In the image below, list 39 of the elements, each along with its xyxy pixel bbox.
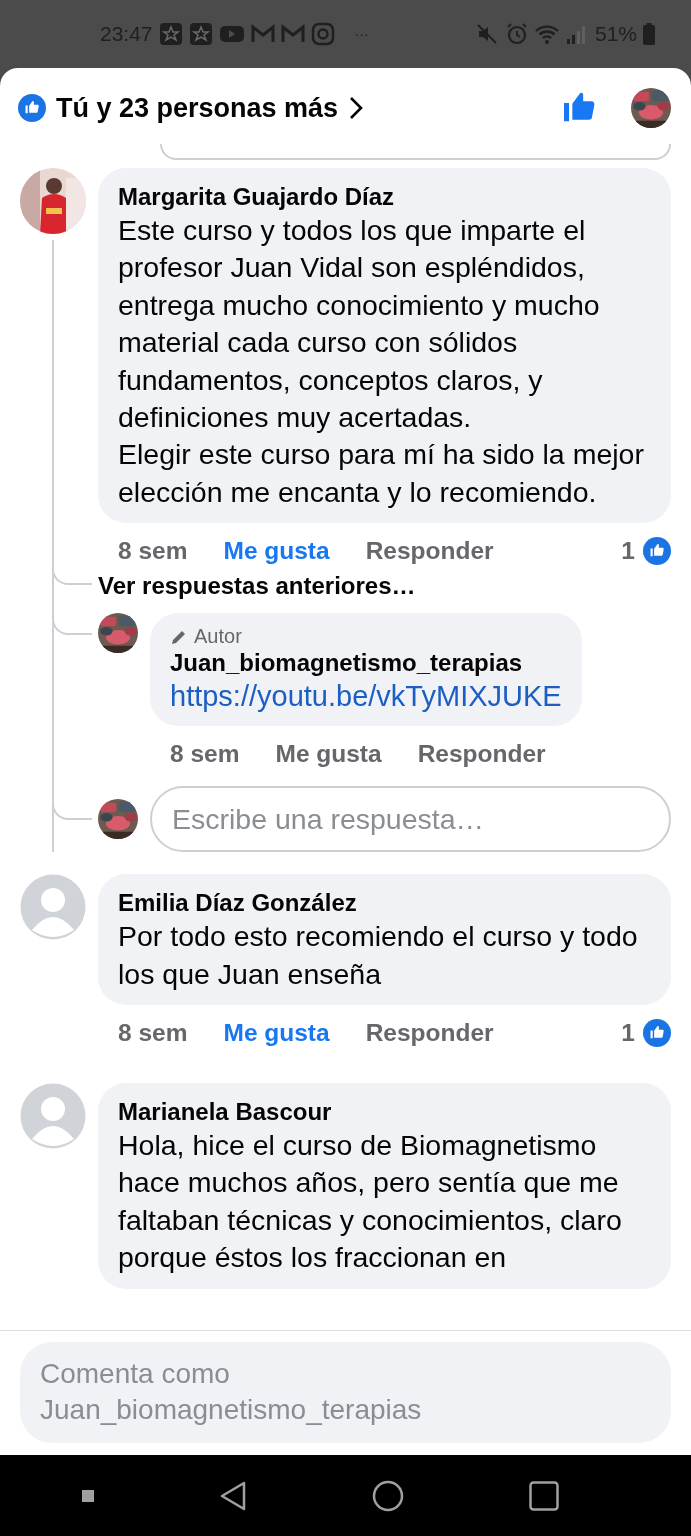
like-link[interactable]: Me gusta bbox=[223, 537, 330, 566]
comment-author[interactable]: Marianela Bascour bbox=[118, 1097, 651, 1128]
view-previous-replies[interactable]: Ver respuestas anteriores… bbox=[98, 571, 416, 602]
comment-text: Hola, hice el curso de Biomagnetismo hace muchos años, pero sentía que me faltaban técnicas y conocimientos, claro porque éstos los fraccionan en bbox=[118, 1128, 623, 1276]
reply-link[interactable]: Responder bbox=[417, 740, 546, 769]
default-avatar-icon bbox=[20, 874, 86, 941]
like-link[interactable]: Me gusta bbox=[223, 1019, 330, 1048]
comment-author[interactable]: Margarita Guajardo Díaz bbox=[118, 182, 651, 212]
video-link[interactable]: https://youtu.be/vkTyMIXJUKE bbox=[170, 678, 562, 715]
comment-time: 8 sem bbox=[118, 1019, 188, 1048]
wifi-icon bbox=[534, 22, 559, 46]
like-count: 1 bbox=[621, 1019, 635, 1048]
chevron-right-icon[interactable] bbox=[348, 95, 365, 121]
like-badge-icon bbox=[643, 537, 671, 566]
comment-author[interactable]: Emilia Díaz González bbox=[118, 888, 651, 919]
battery-icon bbox=[643, 23, 655, 45]
more-notifications: ··· bbox=[354, 26, 369, 42]
camera-icon bbox=[310, 22, 335, 46]
comment-text: Por todo esto recomiendo el curso y todo los que Juan enseña bbox=[118, 919, 639, 992]
comment-text: Este curso y todos los que imparte el profesor Juan Vidal son espléndidos, entrega mucho conocimiento y mucho material cada curso con sólidos fundamentos, conceptos claros, y definiciones muy acertadas. Elegir este curso para mí ha sido la mejor elección me encanta y lo recomiendo. bbox=[118, 213, 645, 510]
like-badge-icon bbox=[643, 1019, 671, 1048]
mute-icon bbox=[474, 22, 499, 46]
like-count: 1 bbox=[621, 537, 635, 566]
reply-link[interactable]: Responder bbox=[365, 1019, 494, 1048]
comment-field[interactable]: Comenta como Juan_biomagnetismo_terapias bbox=[20, 1342, 671, 1443]
like-badge-icon bbox=[18, 94, 46, 122]
author-label: Autor bbox=[194, 625, 242, 649]
comment-author[interactable]: Juan_biomagnetismo_terapias bbox=[170, 648, 562, 679]
comment-time: 8 sem bbox=[118, 537, 188, 566]
recents-icon[interactable] bbox=[528, 1480, 559, 1511]
like-link[interactable]: Me gusta bbox=[275, 740, 382, 769]
reactions-summary[interactable]: Tú y 23 personas más bbox=[56, 92, 339, 124]
thread-connector bbox=[52, 567, 92, 586]
back-icon[interactable] bbox=[219, 1479, 248, 1512]
default-avatar-icon bbox=[20, 1083, 86, 1150]
reply-field[interactable]: Escribe una respuesta… bbox=[150, 786, 671, 853]
comment-time: 8 sem bbox=[170, 740, 240, 769]
reply-link[interactable]: Responder bbox=[365, 537, 494, 566]
home-icon[interactable] bbox=[371, 1479, 404, 1512]
